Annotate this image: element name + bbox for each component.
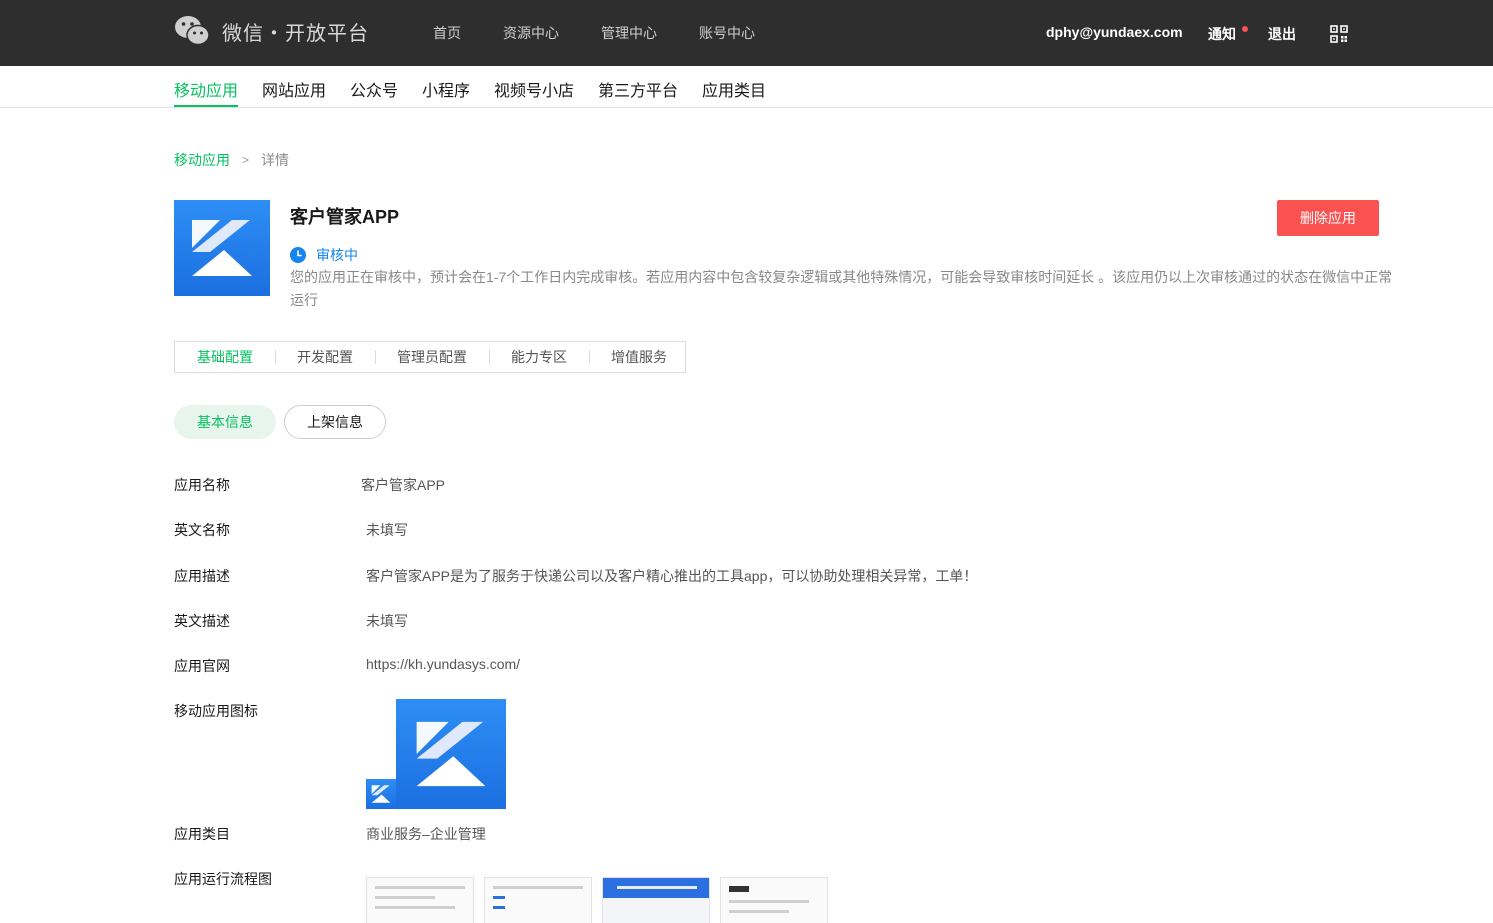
label-en-desc: 英文描述 (174, 613, 230, 629)
label-app-desc: 应用描述 (174, 568, 230, 584)
value-en-name: 未填写 (366, 522, 408, 538)
flow-screenshot-4[interactable] (720, 877, 828, 923)
value-website[interactable]: https://kh.yundasys.com/ (366, 656, 520, 672)
app-icon-small (366, 779, 396, 809)
qrcode-icon[interactable] (1330, 25, 1348, 43)
app-logo (174, 200, 270, 296)
review-status: 审核中 (290, 245, 358, 265)
app-name-title: 客户管家APP (290, 207, 400, 227)
flow-screenshots (366, 877, 838, 923)
chevron-right-icon: > (242, 153, 250, 167)
topnav-resources[interactable]: 资源中心 (503, 23, 559, 43)
clock-icon (290, 247, 306, 263)
value-category: 商业服务–企业管理 (366, 826, 486, 842)
wechat-logo-icon (175, 16, 210, 46)
notify-badge-dot (1242, 26, 1248, 32)
tab-dev-config[interactable]: 开发配置 (275, 347, 375, 367)
label-flow-chart: 应用运行流程图 (174, 871, 272, 887)
subnav-mini-program[interactable]: 小程序 (422, 77, 470, 101)
brand-title: 微信・开放平台 (222, 22, 369, 45)
config-tabs: 基础配置 开发配置 管理员配置 能力专区 增值服务 (174, 341, 686, 373)
sub-nav: 移动应用 网站应用 公众号 小程序 视频号小店 第三方平台 应用类目 (0, 66, 1493, 108)
flow-screenshot-3[interactable] (602, 877, 710, 923)
pill-listing-info[interactable]: 上架信息 (284, 405, 386, 439)
topnav-home[interactable]: 首页 (433, 23, 461, 43)
tab-value-added[interactable]: 增值服务 (589, 347, 689, 367)
app-icon-large (396, 699, 506, 809)
brand-logo[interactable]: 微信・开放平台 (174, 14, 369, 48)
value-app-desc: 客户管家APP是为了服务于快递公司以及客户精心推出的工具app，可以协助处理相关… (366, 568, 978, 584)
value-en-desc: 未填写 (366, 613, 408, 629)
user-email[interactable]: dphy@yundaex.com (1046, 24, 1183, 40)
app-k-logo-icon (416, 721, 486, 787)
top-nav: 首页 资源中心 管理中心 账号中心 (433, 23, 797, 43)
pill-basic-info[interactable]: 基本信息 (174, 405, 276, 439)
subnav-channels-shop[interactable]: 视频号小店 (494, 77, 574, 101)
breadcrumb: 移动应用 > 详情 (174, 150, 289, 170)
delete-app-button[interactable]: 删除应用 (1277, 200, 1379, 236)
label-app-name: 应用名称 (174, 477, 230, 493)
subnav-app-category[interactable]: 应用类目 (702, 77, 766, 101)
tab-admin-config[interactable]: 管理员配置 (375, 347, 489, 367)
subnav-active-indicator (174, 105, 238, 107)
subnav-third-party[interactable]: 第三方平台 (598, 77, 678, 101)
subnav-website-app[interactable]: 网站应用 (262, 77, 326, 101)
tab-basic-config[interactable]: 基础配置 (175, 347, 275, 367)
notify-link[interactable]: 通知 (1208, 24, 1236, 44)
flow-screenshot-2[interactable] (484, 877, 592, 923)
topnav-account[interactable]: 账号中心 (699, 23, 755, 43)
subnav-mobile-app[interactable]: 移动应用 (174, 77, 238, 101)
app-k-logo-icon (371, 785, 391, 803)
tab-capabilities[interactable]: 能力专区 (489, 347, 589, 367)
top-bar: 微信・开放平台 首页 资源中心 管理中心 账号中心 dphy@yundaex.c… (0, 0, 1493, 66)
label-en-name: 英文名称 (174, 522, 230, 538)
logout-link[interactable]: 退出 (1268, 24, 1296, 44)
flow-screenshot-1[interactable] (366, 877, 474, 923)
status-label: 审核中 (316, 247, 358, 263)
subnav-official-account[interactable]: 公众号 (350, 77, 398, 101)
value-app-name: 客户管家APP (361, 477, 446, 493)
breadcrumb-parent[interactable]: 移动应用 (174, 150, 230, 170)
status-description: 您的应用正在审核中，预计会在1-7个工作日内完成审核。若应用内容中包含较复杂逻辑… (290, 269, 1393, 308)
label-website: 应用官网 (174, 658, 230, 674)
label-category: 应用类目 (174, 826, 230, 842)
app-k-logo-icon (192, 220, 252, 276)
label-app-icon: 移动应用图标 (174, 703, 258, 719)
breadcrumb-current: 详情 (261, 152, 290, 168)
topnav-management[interactable]: 管理中心 (601, 23, 657, 43)
